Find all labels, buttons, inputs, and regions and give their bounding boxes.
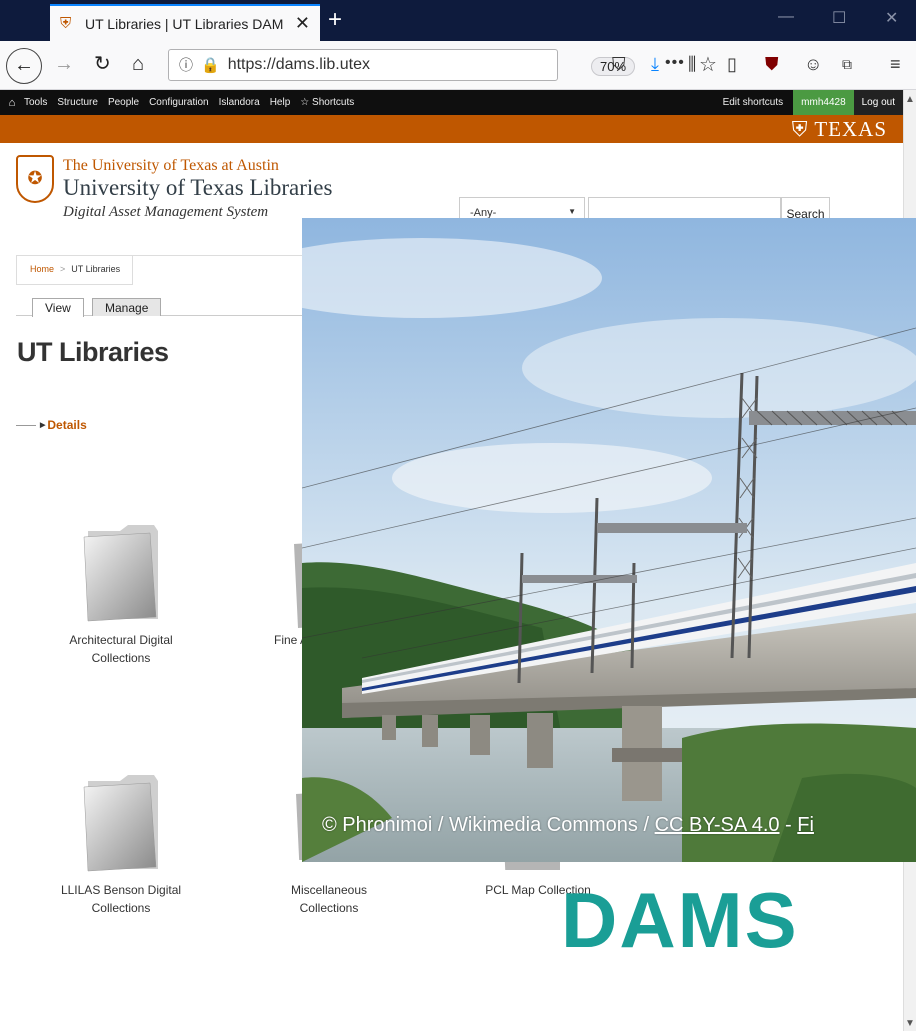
details-rule [16, 424, 36, 426]
collection-label-line1: Miscellaneous [290, 883, 368, 897]
tab-manage[interactable]: Manage [92, 298, 162, 316]
lock-icon: 🔒 [201, 57, 220, 74]
texas-logo[interactable]: ⛨ TEXAS [792, 117, 887, 142]
breadcrumb: Home > UT Libraries [16, 256, 134, 285]
reload-icon[interactable]: ↻ [94, 51, 111, 77]
overlay-photo [302, 218, 916, 862]
folder-icon[interactable] [80, 773, 160, 873]
expand-triangle-icon: ▶ [40, 422, 46, 429]
admin-user[interactable]: mmh4428 [793, 90, 854, 115]
breadcrumb-separator: > [60, 264, 66, 274]
tab-title: UT Libraries | UT Libraries DAM [85, 15, 284, 32]
url-text[interactable]: https://dams.lib.utex [228, 56, 388, 74]
account-icon[interactable]: ☺ [804, 53, 822, 75]
bookmark-star-icon[interactable]: ☆ [699, 52, 717, 77]
admin-item-configuration[interactable]: Configuration [149, 97, 208, 108]
collection-label-line1: LLILAS Benson Digital [60, 883, 182, 897]
library-icon[interactable]: ⫼ [688, 53, 696, 75]
browser-navbar: ← → ↻ ⌂ ⓘ 🔒 https://dams.lib.utex 70% ••… [0, 41, 916, 90]
minimize-icon[interactable]: — [778, 8, 794, 26]
collection-label-line2: Collections [91, 651, 151, 665]
file-link[interactable]: Fi [797, 814, 814, 836]
edit-shortcuts-link[interactable]: Edit shortcuts [723, 97, 784, 108]
photo-credit: © Phronimoi / Wikimedia Commons / CC BY-… [322, 814, 814, 837]
scroll-down-icon[interactable]: ▼ [905, 1018, 915, 1029]
ut-banner: ⛨ TEXAS [0, 115, 903, 143]
train-bridge-photo [302, 218, 916, 862]
new-tab-icon[interactable]: + [328, 6, 342, 34]
sidebar-icon[interactable]: ▯ [727, 53, 737, 75]
dams-brand-text: DAMS [561, 876, 799, 964]
collection-label-line2: Collections [91, 901, 151, 915]
browser-tab[interactable]: ⛨ UT Libraries | UT Libraries DAM ✕ [50, 4, 320, 41]
info-icon[interactable]: ⓘ [179, 55, 193, 75]
details-label: Details [47, 418, 87, 432]
site-name[interactable]: University of Texas Libraries [63, 175, 332, 201]
home-icon[interactable]: ⌂ [132, 51, 144, 77]
browser-titlebar: ⛨ UT Libraries | UT Libraries DAM ✕ + — … [0, 0, 916, 41]
page-tabs: View Manage [16, 298, 316, 317]
scroll-up-icon[interactable]: ▲ [905, 94, 915, 105]
admin-home-icon[interactable]: ⌂ [0, 97, 24, 109]
maximize-icon[interactable]: ☐ [832, 8, 846, 28]
site-org[interactable]: The University of Texas at Austin [63, 157, 279, 175]
page-title: UT Libraries [17, 337, 169, 367]
admin-toolbar-right: Edit shortcuts mmh4428 Log out [723, 90, 903, 115]
tab-view[interactable]: View [32, 298, 84, 317]
forward-icon[interactable]: → [54, 51, 74, 77]
admin-item-tools[interactable]: Tools [24, 97, 47, 108]
license-link[interactable]: CC BY-SA 4.0 [655, 814, 780, 836]
collection-label[interactable]: Miscellaneous Collections [239, 881, 419, 917]
photo-credit-separator: - [779, 814, 798, 836]
admin-toolbar: ⌂ Tools Structure People Configuration I… [0, 90, 903, 115]
menu-icon[interactable]: ≡ [890, 53, 901, 75]
folder-icon[interactable] [80, 523, 160, 623]
collection-label[interactable]: LLILAS Benson Digital Collections [31, 881, 211, 917]
collection-label-line1: Architectural Digital [69, 633, 173, 647]
select-caret-icon: ▼ [568, 207, 576, 216]
collection-label-line2: Collections [299, 901, 359, 915]
shortcuts-label: Shortcuts [312, 97, 355, 108]
ut-libraries-shield-icon[interactable]: ✪ [16, 155, 54, 203]
admin-item-people[interactable]: People [108, 97, 139, 108]
url-bar[interactable]: ⓘ 🔒 https://dams.lib.utex 70% ••• ☆ [168, 49, 717, 81]
admin-item-structure[interactable]: Structure [57, 97, 98, 108]
folder-icon[interactable] [290, 530, 302, 630]
texas-logo-text: TEXAS [814, 117, 887, 141]
window-close-icon[interactable]: ✕ [885, 8, 898, 28]
details-toggle[interactable]: ▶ Details [16, 418, 87, 432]
admin-item-shortcuts[interactable]: ☆ Shortcuts [300, 97, 354, 108]
devtools-icon[interactable]: ⧉ [842, 53, 852, 75]
logout-link[interactable]: Log out [853, 90, 903, 115]
site-subtitle: Digital Asset Management System [63, 204, 269, 220]
breadcrumb-home[interactable]: Home [30, 264, 54, 274]
download-icon[interactable]: ⤓ [651, 53, 659, 75]
shortcuts-star-icon: ☆ [300, 97, 313, 108]
ut-shield-icon: ⛨ [60, 14, 72, 32]
pocket-icon[interactable]: ⛉ [612, 53, 626, 75]
close-tab-icon[interactable]: ✕ [295, 13, 310, 34]
admin-item-help[interactable]: Help [270, 97, 291, 108]
collection-label[interactable]: Architectural Digital Collections [31, 631, 211, 667]
admin-item-islandora[interactable]: Islandora [219, 97, 260, 108]
back-icon[interactable]: ← [6, 48, 42, 84]
breadcrumb-current: UT Libraries [71, 264, 121, 274]
ublock-icon[interactable]: ⛊ [765, 53, 779, 75]
page-actions-icon[interactable]: ••• [665, 54, 685, 72]
photo-credit-author: © Phronimoi / Wikimedia Commons / [322, 814, 655, 836]
